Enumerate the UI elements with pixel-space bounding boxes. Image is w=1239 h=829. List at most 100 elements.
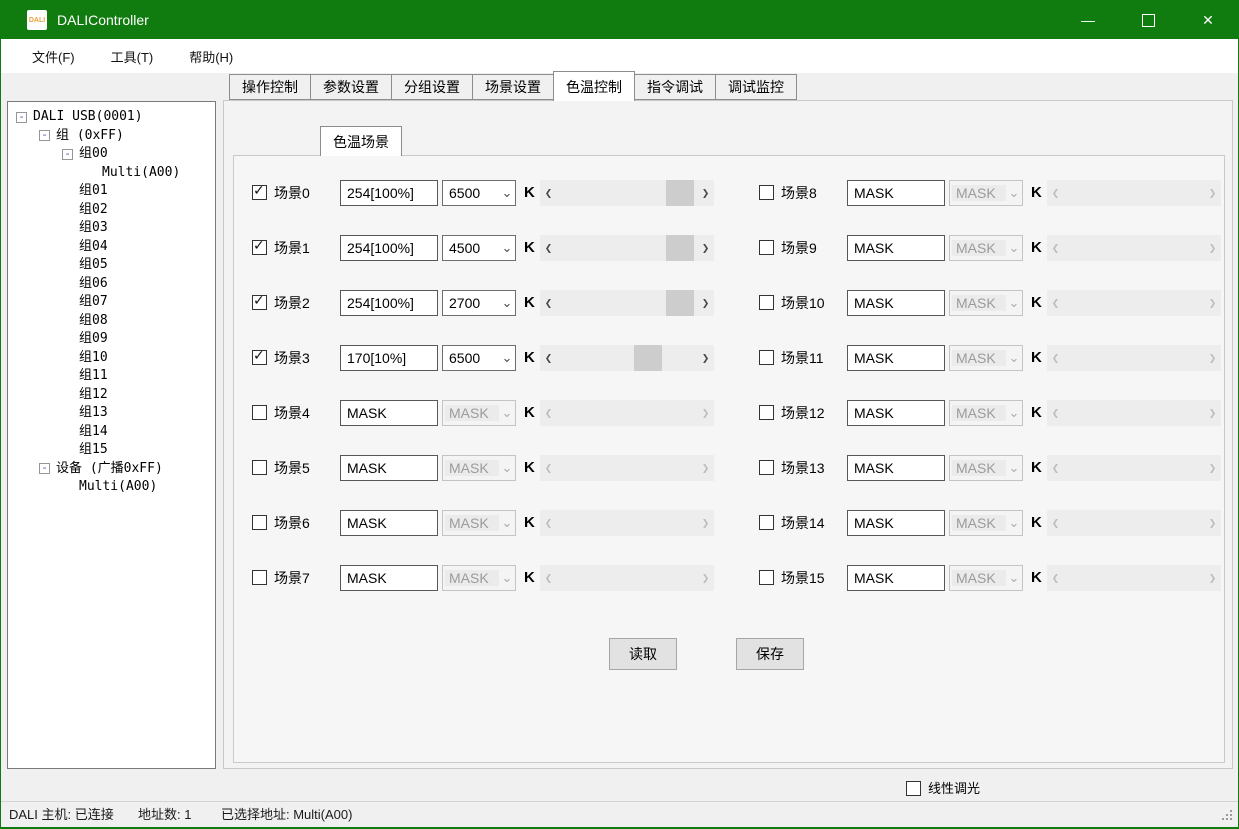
scroll-left-icon[interactable]: ❮ [540,455,557,481]
scene-cct-select[interactable]: 2700⌄ [442,290,516,316]
scene-cct-scrollbar[interactable]: ❮❯ [540,235,714,261]
menu-file[interactable]: 文件(F) [26,44,81,69]
tree-item[interactable]: -组00 [8,145,215,164]
tab-分组设置[interactable]: 分组设置 [391,74,473,100]
tree-collapse-icon[interactable]: - [62,149,73,160]
scroll-left-icon[interactable]: ❮ [540,565,557,591]
save-button[interactable]: 保存 [736,638,804,670]
scene-cct-scrollbar[interactable]: ❮❯ [1047,455,1221,481]
scene-cct-select[interactable]: MASK⌄ [442,400,516,426]
scroll-left-icon[interactable]: ❮ [1047,455,1064,481]
linear-dimming-checkbox[interactable] [906,781,921,796]
scene-enable-checkbox[interactable] [252,405,267,420]
tree-item[interactable]: 组04 [8,238,215,257]
scroll-right-icon[interactable]: ❯ [697,345,714,371]
scroll-right-icon[interactable]: ❯ [1204,290,1221,316]
scene-cct-select[interactable]: 6500⌄ [442,180,516,206]
scrollbar-thumb[interactable] [666,290,694,316]
scene-level-input[interactable] [847,510,945,536]
tab-指令调试[interactable]: 指令调试 [634,74,716,100]
tab-调试监控[interactable]: 调试监控 [715,74,797,100]
scene-cct-select[interactable]: MASK⌄ [949,235,1023,261]
scene-cct-scrollbar[interactable]: ❮❯ [540,400,714,426]
scene-enable-checkbox[interactable] [759,185,774,200]
tree-item[interactable]: -DALI USB(0001) [8,108,215,127]
menu-tools[interactable]: 工具(T) [105,44,160,69]
scroll-left-icon[interactable]: ❮ [540,290,557,316]
menu-help[interactable]: 帮助(H) [183,44,239,69]
subtab-色温场景[interactable]: 色温场景 [320,126,402,156]
scene-cct-scrollbar[interactable]: ❮❯ [1047,565,1221,591]
tree-item[interactable]: 组01 [8,182,215,201]
scene-enable-checkbox[interactable] [252,460,267,475]
scrollbar-thumb[interactable] [666,180,694,206]
tab-场景设置[interactable]: 场景设置 [472,74,554,100]
tab-色温控制[interactable]: 色温控制 [553,71,635,101]
scene-enable-checkbox[interactable] [759,405,774,420]
scene-enable-checkbox[interactable] [759,570,774,585]
scroll-right-icon[interactable]: ❯ [697,290,714,316]
tree-item[interactable]: 组03 [8,219,215,238]
tree-collapse-icon[interactable]: - [39,463,50,474]
tree-item[interactable]: 组12 [8,386,215,405]
scroll-right-icon[interactable]: ❯ [1204,455,1221,481]
minimize-button[interactable]: — [1058,1,1118,39]
scene-cct-select[interactable]: MASK⌄ [442,510,516,536]
scroll-right-icon[interactable]: ❯ [697,235,714,261]
scroll-right-icon[interactable]: ❯ [1204,400,1221,426]
scene-cct-scrollbar[interactable]: ❮❯ [1047,235,1221,261]
scene-cct-select[interactable]: MASK⌄ [949,345,1023,371]
scroll-right-icon[interactable]: ❯ [1204,180,1221,206]
scrollbar-thumb[interactable] [666,235,694,261]
tree-item[interactable]: 组15 [8,441,215,460]
scene-cct-scrollbar[interactable]: ❮❯ [1047,345,1221,371]
scene-level-input[interactable] [340,400,438,426]
scene-cct-select[interactable]: MASK⌄ [949,290,1023,316]
scene-level-input[interactable] [340,290,438,316]
tree-item[interactable]: 组10 [8,349,215,368]
scene-cct-select[interactable]: MASK⌄ [949,510,1023,536]
tree-item[interactable]: 组02 [8,201,215,220]
scene-cct-scrollbar[interactable]: ❮❯ [1047,180,1221,206]
scene-cct-scrollbar[interactable]: ❮❯ [540,290,714,316]
scene-enable-checkbox[interactable] [759,295,774,310]
scene-level-input[interactable] [847,345,945,371]
scene-level-input[interactable] [847,180,945,206]
scroll-left-icon[interactable]: ❮ [1047,510,1064,536]
scene-cct-select[interactable]: MASK⌄ [949,180,1023,206]
scene-cct-select[interactable]: MASK⌄ [442,565,516,591]
scene-cct-select[interactable]: MASK⌄ [442,455,516,481]
scene-cct-scrollbar[interactable]: ❮❯ [1047,400,1221,426]
maximize-button[interactable] [1118,1,1178,39]
scene-enable-checkbox[interactable]: ✓ [252,295,267,310]
scene-cct-scrollbar[interactable]: ❮❯ [1047,510,1221,536]
scene-level-input[interactable] [847,400,945,426]
read-button[interactable]: 读取 [609,638,677,670]
scene-enable-checkbox[interactable] [759,240,774,255]
scene-level-input[interactable] [847,235,945,261]
tree-item[interactable]: 组05 [8,256,215,275]
scroll-left-icon[interactable]: ❮ [540,235,557,261]
tab-参数设置[interactable]: 参数设置 [310,74,392,100]
scroll-left-icon[interactable]: ❮ [1047,345,1064,371]
scene-cct-select[interactable]: MASK⌄ [949,565,1023,591]
scene-level-input[interactable] [340,345,438,371]
tree-item[interactable]: -组 (0xFF) [8,127,215,146]
scroll-left-icon[interactable]: ❮ [1047,235,1064,261]
scene-cct-scrollbar[interactable]: ❮❯ [540,345,714,371]
scene-cct-scrollbar[interactable]: ❮❯ [540,565,714,591]
tree-item[interactable]: 组11 [8,367,215,386]
scene-enable-checkbox[interactable] [759,350,774,365]
scroll-right-icon[interactable]: ❯ [697,400,714,426]
scene-level-input[interactable] [847,565,945,591]
tree-collapse-icon[interactable]: - [39,130,50,141]
scene-level-input[interactable] [847,455,945,481]
scroll-left-icon[interactable]: ❮ [540,180,557,206]
scroll-right-icon[interactable]: ❯ [697,510,714,536]
tree-item[interactable]: 组14 [8,423,215,442]
tab-操作控制[interactable]: 操作控制 [229,74,311,100]
scene-level-input[interactable] [847,290,945,316]
scene-cct-scrollbar[interactable]: ❮❯ [540,455,714,481]
scene-cct-scrollbar[interactable]: ❮❯ [540,510,714,536]
scene-cct-select[interactable]: 4500⌄ [442,235,516,261]
